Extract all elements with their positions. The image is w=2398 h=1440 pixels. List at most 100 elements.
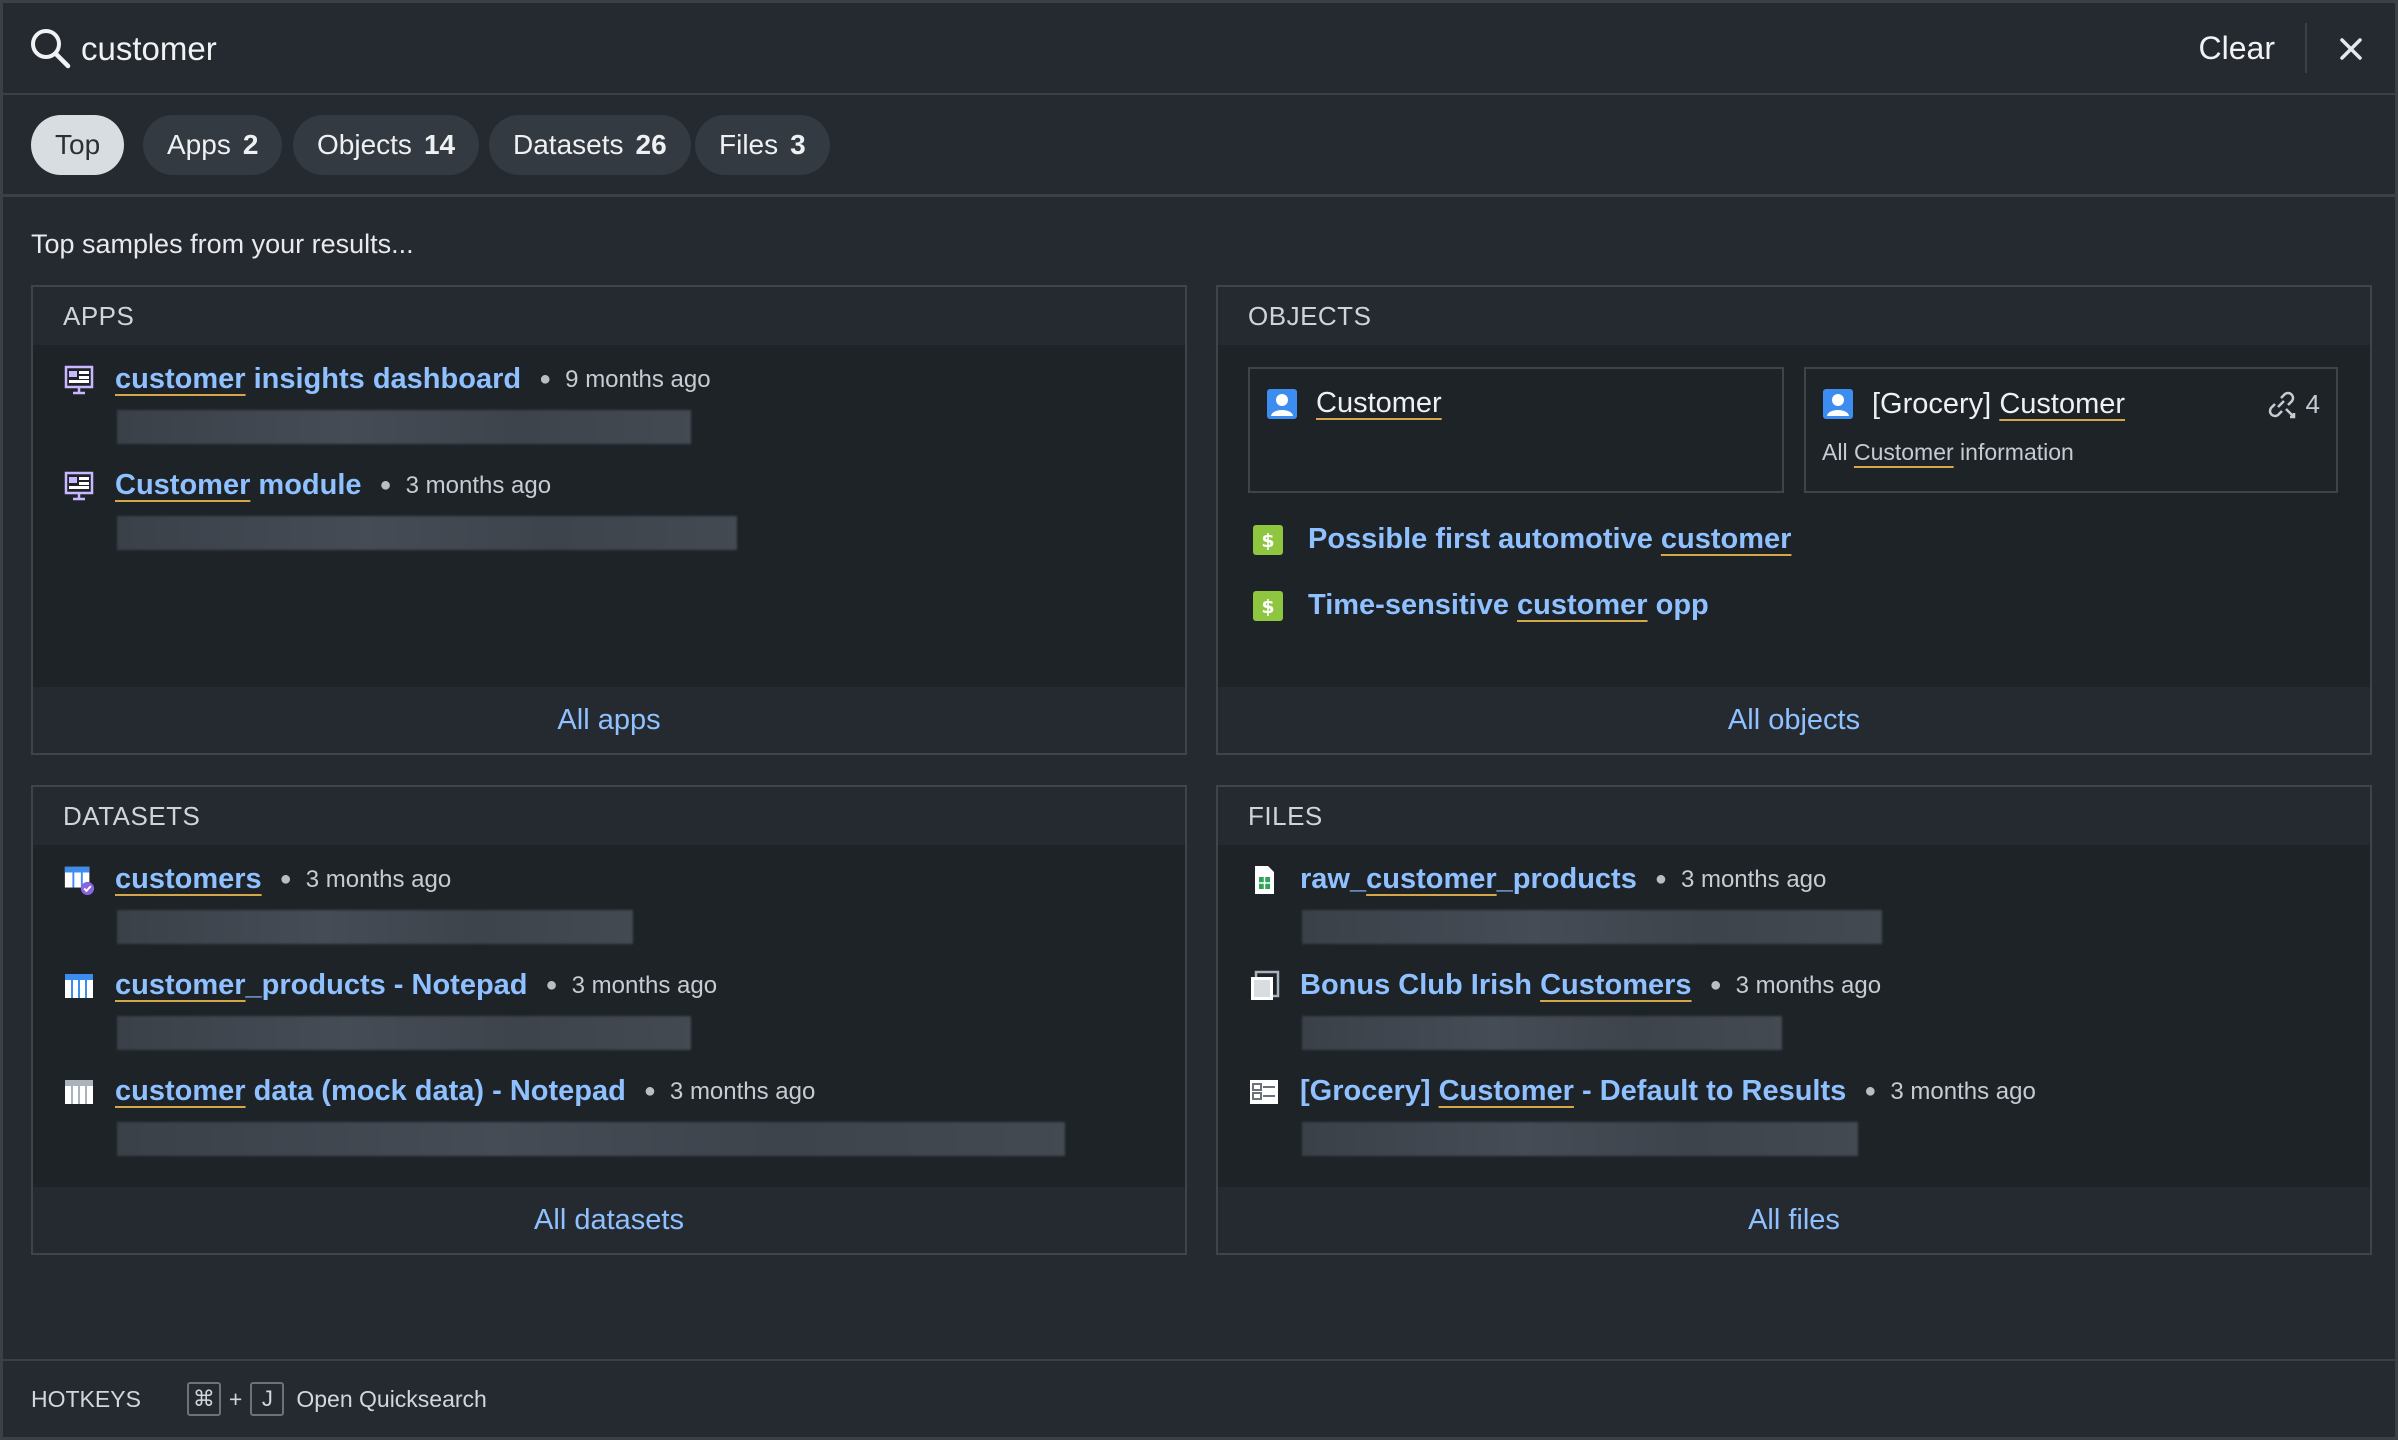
object-link[interactable]: Possible first automotive customer [1308,523,1791,556]
redacted-description [117,910,633,944]
app-link[interactable]: Customer module [115,469,362,502]
object-type-description: All Customer information [1822,439,2074,465]
separator-dot: ● [1709,974,1722,996]
timestamp: 3 months ago [1890,1077,2036,1105]
object-type-card-customer[interactable]: Customer [1248,367,1784,493]
app-link[interactable]: customer insights dashboard [115,363,521,396]
tab-count: 26 [635,129,667,160]
link-count: 4 [2305,388,2320,419]
timestamp: 3 months ago [405,471,552,499]
tab-count: 14 [423,129,456,160]
list-item: Bonus Club Irish Customers ● 3 months ag… [1248,969,1881,1050]
list-item: customer data (mock data) - Notepad ● 3 … [63,1075,1065,1156]
hotkey-action: Open Quicksearch [296,1385,487,1412]
svg-text:$: $ [1261,596,1274,618]
dollar-object-icon: $ [1253,590,1283,621]
list-item: raw_customer_products ● 3 months ago [1248,863,1882,944]
all-files-link[interactable]: All files [1748,1204,1840,1237]
quicksearch-dialog: Clear Top Apps 2 Objects 14 Datasets 26 … [0,0,2398,1440]
panel-footer: All datasets [33,1187,1185,1253]
panel-footer: All apps [33,687,1185,753]
timestamp: 3 months ago [1680,865,1827,893]
dataset-icon [65,1079,93,1104]
plus-sign: + [228,1385,243,1412]
object-link[interactable]: Time-sensitive customer opp [1308,589,1709,622]
dataset-link[interactable]: customers [115,863,262,896]
all-apps-link[interactable]: All apps [557,704,660,737]
person-object-icon [1267,388,1297,419]
separator-dot: ● [379,474,392,496]
results-intro: Top samples from your results... [31,229,414,259]
panel-header: FILES [1218,787,2370,845]
result-tabs: Top Apps 2 Objects 14 Datasets 26 Files … [3,95,2395,197]
search-icon [31,29,71,69]
object-type-prefix: [Grocery] [1872,387,2000,420]
redacted-description [117,1016,691,1050]
apps-panel: APPS customer insights dashboard ● 9 mon… [31,285,1187,755]
file-link[interactable]: raw_customer_products [1300,863,1637,896]
tab-apps[interactable]: Apps 2 [143,115,283,175]
dollar-object-icon: $ [1253,524,1283,555]
separator-dot: ● [539,368,552,390]
j-key: J [250,1382,285,1416]
results-template-icon [1250,1079,1278,1104]
person-object-icon [1823,389,1853,419]
object-type-card-grocery-customer[interactable]: [Grocery] Customer 4 All Customer inform… [1804,367,2338,493]
dataset-verified-icon [64,866,95,895]
file-link[interactable]: [Grocery] Customer - Default to Results [1300,1075,1846,1108]
list-item: customer_products - Notepad ● 3 months a… [63,969,717,1050]
all-objects-link[interactable]: All objects [1728,704,1860,737]
redacted-description [117,410,691,444]
tab-files[interactable]: Files 3 [695,115,830,175]
files-panel: FILES raw_customer_products ● 3 months a… [1216,785,2372,1255]
timestamp: 9 months ago [565,365,711,393]
tab-top[interactable]: Top [31,115,125,175]
separator-dot: ● [1864,1080,1877,1102]
app-module-icon [64,471,94,500]
separator-dot: ● [1654,868,1667,890]
list-item: Customer module ● 3 months ago [63,469,737,550]
command-key: ⌘ [186,1382,221,1416]
tab-label: Objects [317,129,412,160]
close-icon [2340,38,2362,60]
tab-datasets[interactable]: Datasets 26 [489,115,691,175]
dataset-icon [65,973,93,998]
search-bar: Clear [3,3,2395,95]
objects-panel: OBJECTS Customer [Grocery] Customer 4 Al… [1216,285,2372,755]
panel-header: OBJECTS [1218,287,2370,345]
file-link[interactable]: Bonus Club Irish Customers [1300,969,1692,1002]
tab-label: Top [55,129,101,160]
list-item: $ Possible first automotive customer [1252,523,1791,556]
close-button[interactable] [2329,27,2373,71]
document-stack-icon [1251,970,1280,1000]
search-input[interactable] [81,21,1781,77]
tab-count: 2 [242,129,259,160]
redacted-description [117,516,737,550]
list-item: [Grocery] Customer - Default to Results … [1248,1075,2036,1156]
separator-dot: ● [545,974,558,996]
panel-header: APPS [33,287,1185,345]
svg-text:$: $ [1261,530,1274,552]
list-item: customers ● 3 months ago [63,863,633,944]
list-item: customer insights dashboard ● 9 months a… [63,363,711,444]
timestamp: 3 months ago [669,1077,816,1105]
tab-objects[interactable]: Objects 14 [293,115,480,175]
tab-label: Datasets [513,129,624,160]
datasets-panel: DATASETS customers ● 3 months ago custom… [31,785,1187,1255]
redacted-description [117,1122,1065,1156]
redacted-description [1302,1016,1782,1050]
separator-dot: ● [643,1080,656,1102]
object-type-title: Customer [1316,387,1442,419]
hotkeys-label: HOTKEYS [31,1385,141,1412]
dataset-link[interactable]: customer_products - Notepad [115,969,528,1002]
app-dashboard-icon [64,365,94,394]
clear-button[interactable]: Clear [2199,23,2275,73]
dataset-link[interactable]: customer data (mock data) - Notepad [115,1075,626,1108]
timestamp: 3 months ago [1735,971,1882,999]
hotkeys-bar: HOTKEYS ⌘ + J Open Quicksearch [3,1359,2395,1437]
all-datasets-link[interactable]: All datasets [534,1204,684,1237]
divider [2305,23,2307,73]
panel-footer: All objects [1218,687,2370,753]
redacted-description [1302,910,1882,944]
separator-dot: ● [279,868,292,890]
